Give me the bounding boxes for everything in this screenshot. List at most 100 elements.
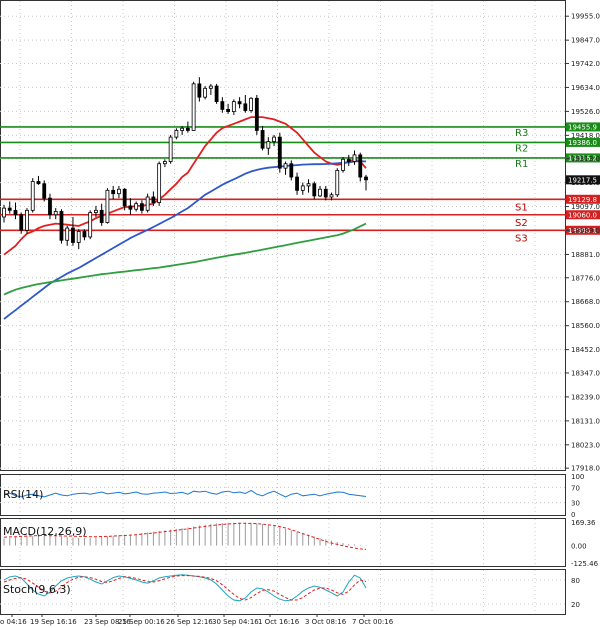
x-tick-label: o 04:16 [0,618,27,626]
candle-down [243,103,248,111]
candle-up [53,211,58,216]
rsi-tick-label: 0 [571,511,575,519]
y-tick-label: 18776.0 [571,274,600,282]
candle-up [266,141,271,149]
candle-down [346,158,351,162]
candle-up [174,130,179,138]
x-tick-label: 30 Sep 04:16 [212,618,259,626]
candle-down [323,188,328,198]
y-tick-label: 19313.0 [571,155,600,163]
candle-down [295,176,299,191]
candle-up [30,181,35,211]
level-label-r1: R1 [515,159,528,170]
x-tick-label: 25 Sep 00:16 [118,618,165,626]
candle-down [19,214,24,231]
level-label-r3: R3 [515,128,528,139]
y-tick-label: 18239.0 [571,393,600,401]
candle-up [283,163,288,169]
level-label-r2: R2 [515,143,528,154]
y-tick-label: 18668.0 [571,298,600,306]
y-tick-label: 19847.0 [571,37,600,45]
candle-down [214,85,219,103]
y-tick-label: 18452.0 [571,346,600,354]
candle-down [128,205,133,210]
candle-down [364,176,368,181]
candle-up [335,169,340,196]
candle-down [254,97,259,131]
candle-down [358,154,363,178]
candle-up [272,136,276,142]
candle-up [300,185,305,191]
candle-down [226,108,230,112]
stoch-tick-label: 80 [571,577,580,585]
candle-down [140,203,144,211]
chart-background [0,0,600,628]
candle-down [151,196,156,203]
rsi-tick-label: 100 [571,473,584,481]
rsi-tick-label: 30 [571,500,580,508]
candle-up [191,83,196,131]
candle-up [162,161,167,165]
macd-tick-label: -125.46 [571,560,599,568]
y-tick-label: 19634.0 [571,84,600,92]
candle-down [260,130,265,149]
candle-down [71,227,75,243]
y-tick-label: 19742.0 [571,60,600,68]
x-tick-label: 26 Sep 12:16 [166,618,213,626]
candle-up [352,154,357,162]
macd-tick-label: 0.00 [571,543,587,551]
candle-down [312,183,317,197]
level-label-s1: S1 [515,202,528,213]
candle-down [277,136,282,169]
candle-down [13,209,18,216]
candle-down [220,101,225,110]
candle-up [76,230,81,243]
candle-up [168,136,173,162]
level-label-s3: S3 [515,233,528,244]
candle-up [231,101,236,112]
current-price-tag: 19217.5 [568,176,597,184]
candle-up [341,158,345,171]
candle-up [329,194,334,198]
candle-up [65,227,70,241]
candle-up [117,188,121,195]
candle-up [306,183,311,187]
y-tick-label: 18023.0 [571,441,600,449]
rsi-label: RSI(14) [3,488,43,501]
candle-down [122,188,127,207]
candle-up [94,209,98,213]
candle-down [42,183,47,199]
y-tick-label: 19955.0 [571,13,600,21]
candle-down [48,197,52,216]
stoch-label: Stoch(9,6,3) [3,583,71,596]
candle-up [134,203,139,210]
y-tick-label: 18989.0 [571,227,600,235]
macd-tick-label: 169.36 [571,519,596,527]
level-tag-r3: 19455.9 [568,123,597,131]
candle-down [99,209,104,223]
macd-label: MACD(12,26,9) [3,525,87,538]
y-tick-label: 18560.0 [571,322,600,330]
y-tick-label: 19526.0 [571,108,600,116]
x-tick-label: 19 Sep 16:16 [30,618,77,626]
candle-down [289,163,294,178]
candle-up [157,163,162,203]
y-tick-label: 18131.0 [571,417,600,425]
candle-down [185,127,190,131]
candle-up [208,85,213,89]
candle-up [25,209,29,231]
y-tick-label: 18347.0 [571,369,600,377]
candle-up [318,188,322,197]
candle-up [145,196,150,211]
candle-down [59,211,64,241]
level-label-s2: S2 [515,218,528,229]
y-tick-label: 19418.0 [571,132,600,140]
candle-up [203,87,208,98]
candle-up [2,207,6,218]
candle-up [88,212,93,238]
candle-down [36,181,41,185]
y-tick-label: 17918.0 [571,465,600,473]
x-tick-label: 7 Oct 00:16 [352,618,394,626]
x-tick-label: 3 Oct 08:16 [305,618,347,626]
level-tag-r2: 19386.0 [568,139,597,147]
